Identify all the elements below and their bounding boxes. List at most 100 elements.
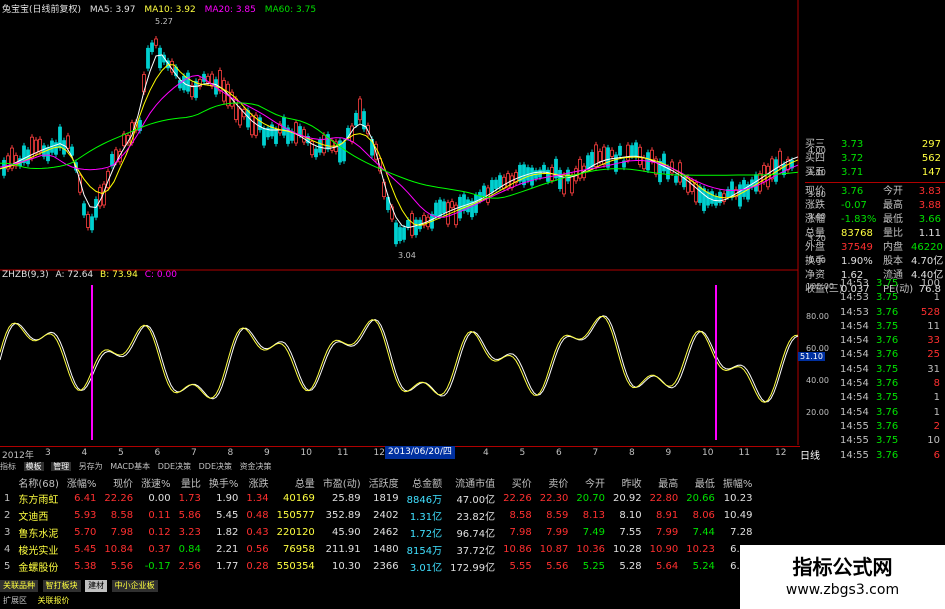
column-header[interactable]: 活跃度	[365, 475, 403, 490]
table-row[interactable]: 1 东方雨虹 6.41 22.26 0.00 1.73 1.90 1.34 40169 25.89…	[0, 490, 756, 507]
candle-body	[570, 175, 574, 194]
stat-row: 现价 3.76 今开 3.83	[805, 185, 945, 199]
column-header[interactable]: 买价	[499, 475, 536, 490]
stock-name[interactable]: 东方雨虹	[14, 490, 63, 507]
column-header[interactable]: 昨收	[609, 475, 646, 490]
table-cell: 5.93	[74, 510, 97, 521]
toolbar-item[interactable]: DDE决策	[199, 462, 232, 471]
table-row[interactable]: 3 鲁东水泥 5.70 7.98 0.12 3.23 1.82 0.43 220120 45.90…	[0, 524, 756, 541]
stock-name[interactable]: 梭光实业	[14, 541, 63, 558]
month-label: 4	[483, 448, 489, 458]
toolbar-item[interactable]: 另存为	[79, 462, 103, 471]
toolbar-item[interactable]: MACD基本	[110, 462, 150, 471]
column-header[interactable]: 换手%	[205, 475, 243, 490]
tab-building[interactable]: 建材	[85, 580, 108, 592]
stat-row: 外盘 37549 内盘 46220	[805, 241, 945, 255]
table-header: 名称(68) 涨幅% 现价 涨速% 量比 换手% 涨跌 总量 市盈(动) 活跃度 总金额 流通市值 买价…	[0, 475, 756, 490]
table-cell: 0.11	[148, 510, 171, 521]
candle-body	[410, 213, 414, 236]
table-cell: 7.49	[582, 527, 605, 538]
table-row[interactable]: 4 梭光实业 5.45 10.84 0.37 0.84 2.21 0.56 76958 211.9…	[0, 541, 756, 558]
stock-name[interactable]: 金螺股份	[14, 558, 63, 575]
bid-price: 3.72	[841, 153, 864, 164]
column-header[interactable]: 涨幅%	[63, 475, 101, 490]
column-header[interactable]: 今开	[572, 475, 609, 490]
indicator-toolbar: 指标 模板 管理 另存为 MACD基本 DDE决策 DDE决策 资金决策	[0, 461, 945, 474]
toolbar-item[interactable]: 指标	[0, 462, 16, 471]
column-header[interactable]: 量比	[175, 475, 205, 490]
stat-value: 4.70亿	[911, 256, 944, 267]
tick-side: S	[940, 291, 945, 305]
column-header[interactable]: 卖价	[536, 475, 573, 490]
table-cell: 1.73	[178, 493, 201, 504]
stock-name[interactable]: 鲁东水泥	[14, 524, 63, 541]
period-button[interactable]: 日线	[800, 447, 820, 462]
table-cell: 22.80	[649, 493, 679, 504]
candle-body	[438, 199, 442, 217]
toolbar-item[interactable]: 管理	[51, 462, 72, 471]
column-header[interactable]: 最低	[682, 475, 719, 490]
bid-volume: 147	[921, 167, 941, 178]
tick-side: B	[940, 420, 945, 434]
column-header[interactable]: 名称(68)	[14, 475, 63, 490]
tick-side: S	[940, 277, 945, 291]
candle-body	[606, 147, 610, 168]
column-header[interactable]: 流通市值	[446, 475, 499, 490]
tab-sme[interactable]: 中小企业板	[111, 580, 158, 592]
table-cell: 5.28	[619, 561, 642, 572]
stat-value: 3.83	[918, 186, 941, 197]
month-label: 7	[592, 448, 599, 458]
tick-list[interactable]: 14:53 3.75 100 S 14:53 3.75 1 S 14:53 3.…	[840, 277, 945, 463]
bid-label: 买三	[805, 139, 825, 150]
bid-row: 买五 3.71 147	[805, 166, 945, 180]
tab-related[interactable]: 关联品种	[0, 580, 38, 592]
candle-body	[406, 220, 410, 228]
stat-label: 换手	[805, 256, 825, 267]
column-header[interactable]: 现价	[100, 475, 137, 490]
month-label: 6	[154, 448, 161, 458]
column-header[interactable]: 涨跌	[242, 475, 272, 490]
candle-body	[634, 142, 638, 158]
toolbar-item[interactable]: DDE决策	[158, 462, 191, 471]
column-header[interactable]: 涨速%	[137, 475, 175, 490]
year-label: 2012年	[2, 451, 34, 461]
tick-time: 14:54	[840, 406, 869, 418]
column-header[interactable]: 最高	[646, 475, 683, 490]
tab-related-quote[interactable]: 关联报价	[35, 595, 73, 607]
candle-body	[702, 188, 706, 211]
column-header[interactable]	[0, 475, 14, 490]
table-cell: 352.89	[325, 510, 361, 521]
table-row[interactable]: 5 金螺股份 5.38 5.56 -0.17 2.56 1.77 0.28 550354 10.3…	[0, 558, 756, 575]
column-header[interactable]: 总量	[273, 475, 319, 490]
column-header[interactable]: 振幅%	[719, 475, 757, 490]
tab-sector[interactable]: 智打板块	[42, 580, 81, 592]
tick-volume: 1	[933, 392, 940, 404]
candle-body	[610, 149, 614, 157]
table-cell: 10.90	[649, 544, 679, 555]
tick-time: 14:53	[840, 292, 869, 304]
toolbar-item[interactable]: 资金决策	[240, 462, 272, 471]
candle-body	[258, 117, 262, 131]
kline-chart[interactable]: 5.27 3.04	[0, 0, 800, 445]
tab-extension[interactable]: 扩展区	[0, 595, 30, 607]
table-row[interactable]: 2 文迪西 5.93 8.58 0.11 5.86 5.45 0.48 150577 352.89…	[0, 507, 756, 524]
candle-body	[34, 139, 38, 154]
month-label: 5	[118, 448, 124, 458]
tick-time: 14:54	[840, 378, 869, 390]
indicator-name: ZHZB(9,3)	[2, 270, 49, 280]
table-cell: 45.90	[331, 527, 361, 538]
stock-table: 名称(68) 涨幅% 现价 涨速% 量比 换手% 涨跌 总量 市盈(动) 活跃度 总金额 流通市值 买价…	[0, 475, 800, 575]
column-header[interactable]: 市盈(动)	[319, 475, 365, 490]
stock-name[interactable]: 文迪西	[14, 507, 63, 524]
candle-body	[394, 222, 398, 245]
table-cell: 7.98	[509, 527, 532, 538]
table-cell: 37.72亿	[456, 546, 496, 557]
stat-label: 量比	[883, 228, 903, 239]
tick-volume: 10	[927, 435, 940, 447]
column-header[interactable]: 总金额	[403, 475, 446, 490]
row-index: 2	[4, 510, 11, 521]
stat-value: 37549	[841, 242, 873, 253]
toolbar-item[interactable]: 模板	[23, 462, 44, 471]
stat-label: 内盘	[883, 242, 903, 253]
row-index: 4	[4, 544, 11, 555]
